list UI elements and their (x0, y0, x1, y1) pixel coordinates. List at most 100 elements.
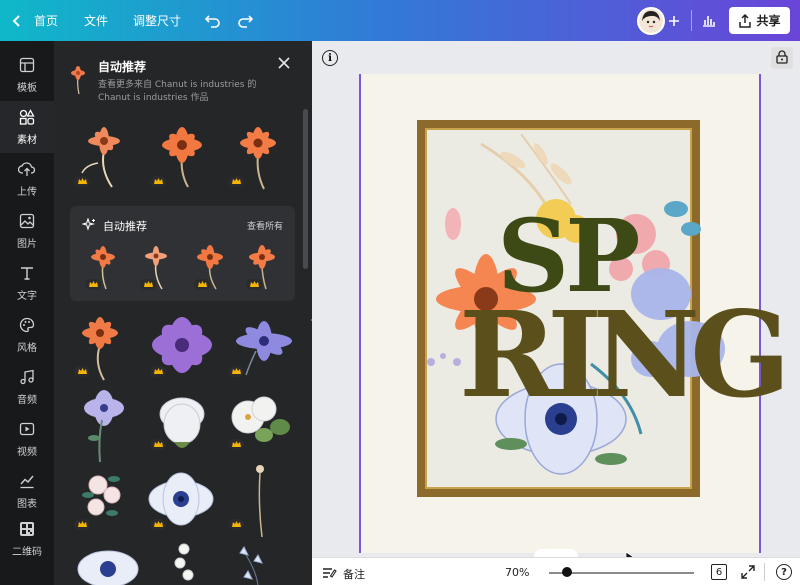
premium-crown-icon (74, 176, 90, 187)
info-button[interactable]: i (322, 50, 338, 66)
rail-label: 视频 (17, 446, 37, 458)
panel-title: 自动推荐 (98, 60, 147, 74)
rail-label: 文字 (17, 290, 37, 302)
insights-button[interactable] (702, 0, 716, 41)
notes-button[interactable]: 备注 (322, 566, 365, 582)
sparkle-icon (80, 217, 96, 236)
rail-label: 图表 (17, 498, 37, 510)
premium-crown-icon (85, 279, 101, 290)
flower-element[interactable] (250, 463, 270, 543)
file-menu-button[interactable]: 文件 (84, 0, 108, 41)
premium-crown-icon (228, 519, 244, 530)
add-collaborator-button[interactable] (668, 0, 680, 41)
zoom-slider-knob[interactable] (562, 567, 572, 577)
flower-element[interactable] (74, 541, 142, 585)
panel-subtitle: 查看更多来自 Chanut is industries 的 Chanut is … (98, 80, 257, 103)
bar-chart-icon (702, 14, 716, 27)
recommendation-card: 自动推荐 查看所有 (70, 206, 295, 301)
rail-item-elements[interactable]: 素材 (0, 101, 54, 153)
music-icon (19, 369, 35, 388)
premium-crown-icon (74, 519, 90, 530)
creator-thumbnail (70, 65, 86, 99)
chevron-left-icon (12, 14, 22, 28)
rail-label: 上传 (17, 186, 37, 198)
premium-crown-icon (74, 366, 90, 377)
flower-element[interactable] (234, 541, 274, 585)
template-icon (19, 57, 35, 76)
spring-word-bottom[interactable]: RING (459, 296, 791, 414)
premium-crown-icon (194, 279, 210, 290)
bottom-bar: 备注 70% 6 ? (312, 557, 800, 585)
qrcode-icon (19, 521, 35, 540)
design-page[interactable]: SP RING (359, 74, 791, 553)
elements-panel: 自动推荐 查看更多来自 Chanut is industries 的 Chanu… (54, 41, 312, 585)
rail-item-templates[interactable]: 模板 (0, 49, 54, 101)
rail-item-charts[interactable]: 图表 (0, 465, 54, 517)
notes-icon (322, 567, 337, 582)
upload-icon (17, 161, 36, 180)
panel-scrollbar[interactable] (303, 109, 308, 269)
rail-item-styles[interactable]: 风格 (0, 309, 54, 361)
redo-button[interactable] (237, 0, 253, 41)
user-avatar[interactable] (637, 7, 665, 35)
help-button[interactable]: ? (776, 564, 792, 580)
rail-label: 风格 (17, 342, 37, 354)
card-title: 自动推荐 (103, 220, 147, 233)
palette-icon (19, 317, 35, 336)
help-icon: ? (781, 566, 787, 578)
chart-icon (19, 473, 35, 492)
rail-item-photos[interactable]: 图片 (0, 205, 54, 257)
premium-crown-icon (228, 366, 244, 377)
flower-element[interactable] (78, 386, 130, 468)
page-count: 6 (715, 566, 723, 578)
rail-item-qrcode[interactable]: 二维码 (0, 513, 54, 565)
close-icon (276, 56, 292, 75)
share-label: 共享 (756, 14, 781, 28)
photo-icon (19, 213, 35, 232)
premium-crown-icon (150, 519, 166, 530)
flower-element[interactable] (150, 386, 214, 462)
rail-item-text[interactable]: 文字 (0, 257, 54, 309)
close-panel-button[interactable] (276, 55, 292, 71)
back-home-button[interactable]: 首页 (12, 0, 58, 41)
rail-label: 图片 (17, 238, 37, 250)
info-icon: i (328, 52, 332, 64)
redo-icon (237, 14, 253, 28)
premium-crown-icon (150, 176, 166, 187)
premium-crown-icon (150, 439, 166, 450)
canvas-area: i SP RING (312, 41, 800, 585)
rail-item-video[interactable]: 视频 (0, 413, 54, 465)
premium-crown-icon (246, 279, 262, 290)
video-icon (19, 421, 35, 440)
share-upload-icon (738, 13, 752, 28)
rail-label: 模板 (17, 82, 37, 94)
lock-button[interactable] (771, 47, 793, 69)
rail-label: 素材 (17, 134, 37, 146)
rail-label: 二维码 (12, 546, 42, 558)
expand-icon (741, 565, 755, 582)
side-rail: 模板 素材 上传 图片 文字 风格 音频 视频 图表 二维码 (0, 41, 54, 585)
page-count-button[interactable]: 6 (711, 564, 727, 580)
resize-button[interactable]: 调整尺寸 (133, 0, 181, 41)
share-button[interactable]: 共享 (729, 7, 790, 34)
divider (691, 10, 692, 31)
elements-icon (19, 108, 35, 128)
rail-item-uploads[interactable]: 上传 (0, 153, 54, 205)
undo-icon (205, 14, 221, 28)
see-all-link[interactable]: 查看所有 (247, 219, 283, 232)
undo-button[interactable] (205, 0, 221, 41)
flower-element[interactable] (170, 541, 200, 585)
text-icon (19, 265, 35, 284)
premium-crown-icon (140, 279, 156, 290)
premium-crown-icon (228, 439, 244, 450)
home-label: 首页 (34, 14, 59, 28)
fullscreen-button[interactable] (741, 565, 755, 582)
lock-icon (776, 49, 788, 68)
plus-icon (668, 15, 680, 27)
zoom-level[interactable]: 70% (505, 566, 529, 579)
divider (764, 563, 765, 581)
premium-crown-icon (150, 366, 166, 377)
notes-label: 备注 (343, 568, 365, 581)
rail-item-audio[interactable]: 音频 (0, 361, 54, 413)
premium-crown-icon (228, 176, 244, 187)
